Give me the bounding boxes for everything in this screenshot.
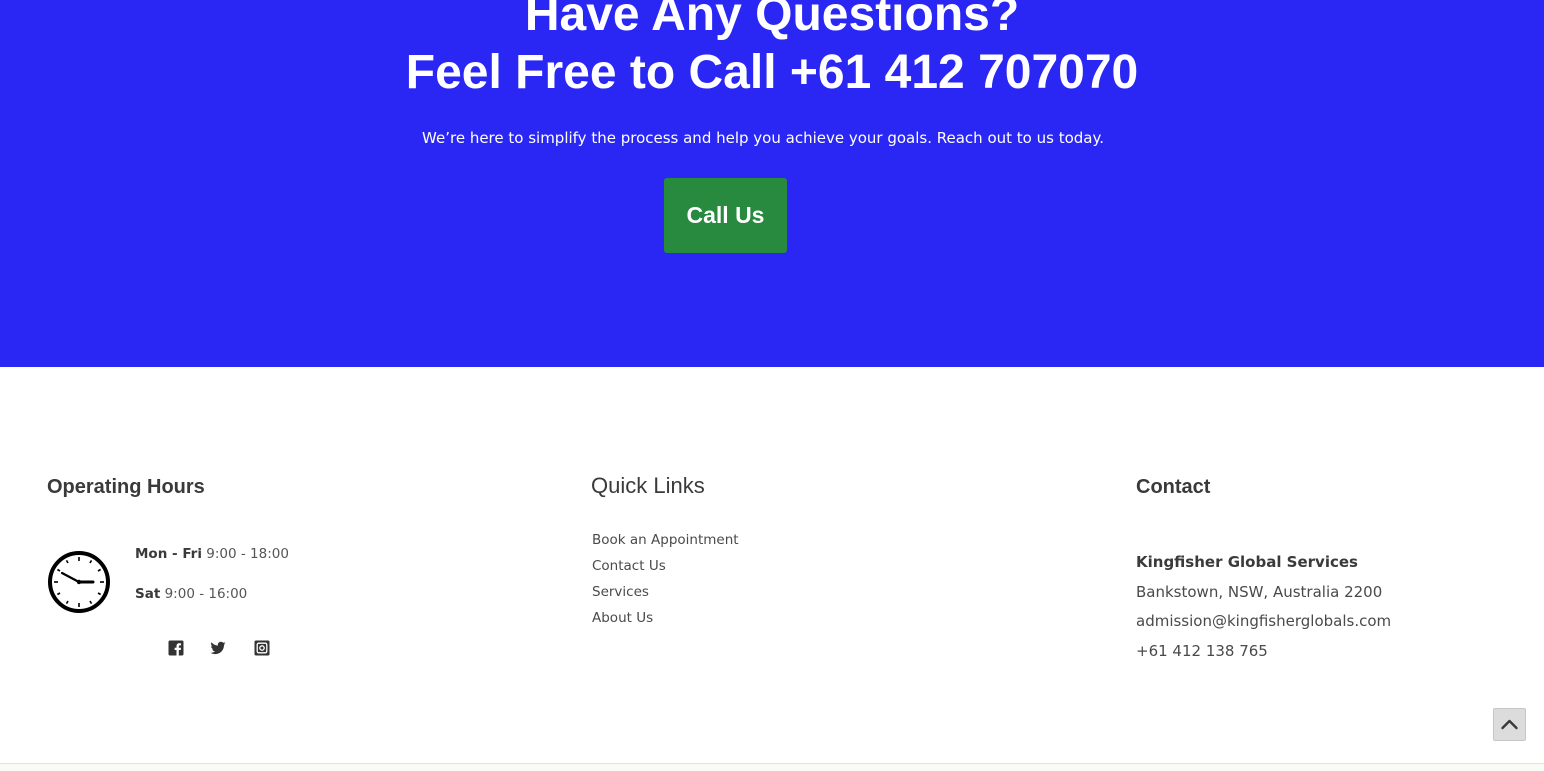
- call-us-button[interactable]: Call Us: [664, 178, 787, 253]
- contact-phone[interactable]: +61 412 138 765: [1136, 641, 1268, 661]
- quick-link-services[interactable]: Services: [592, 583, 649, 601]
- footer-bottom-bar: [0, 764, 1544, 771]
- contact-title: Contact: [1136, 476, 1211, 498]
- cta-banner: Have Any Questions? Feel Free to Call +6…: [0, 0, 1544, 367]
- twitter-icon[interactable]: [210, 640, 226, 656]
- quick-link-contact-us[interactable]: Contact Us: [592, 557, 666, 575]
- hours-time-value: 9:00 - 18:00: [206, 546, 289, 562]
- banner-heading-line-2: Feel Free to Call +61 412 707070: [405, 46, 1139, 99]
- hours-day-label: Mon - Fri: [135, 546, 202, 562]
- quick-link-book-appointment[interactable]: Book an Appointment: [592, 531, 739, 549]
- banner-subtitle: We’re here to simplify the process and h…: [422, 129, 1104, 147]
- quick-links-title: Quick Links: [591, 473, 705, 498]
- banner-heading-line-1: Have Any Questions?: [524, 0, 1020, 41]
- contact-company-name: Kingfisher Global Services: [1136, 553, 1358, 571]
- instagram-icon[interactable]: [254, 640, 270, 656]
- hours-day-label: Sat: [135, 586, 161, 602]
- operating-hours-title: Operating Hours: [47, 476, 205, 498]
- contact-email[interactable]: admission@kingfisherglobals.com: [1136, 611, 1391, 631]
- contact-address: Bankstown, NSW, Australia 2200: [1136, 583, 1383, 601]
- scroll-to-top-button[interactable]: [1493, 708, 1526, 741]
- hours-time-value: 9:00 - 16:00: [164, 586, 248, 602]
- clock-icon: [48, 551, 110, 613]
- facebook-icon[interactable]: [168, 640, 184, 656]
- hours-row-saturday: Sat 9:00 - 16:00: [135, 586, 247, 602]
- hours-row-weekdays: Mon - Fri 9:00 - 18:00: [135, 546, 289, 562]
- quick-link-about-us[interactable]: About Us: [592, 609, 653, 627]
- chevron-up-icon: [1501, 719, 1518, 730]
